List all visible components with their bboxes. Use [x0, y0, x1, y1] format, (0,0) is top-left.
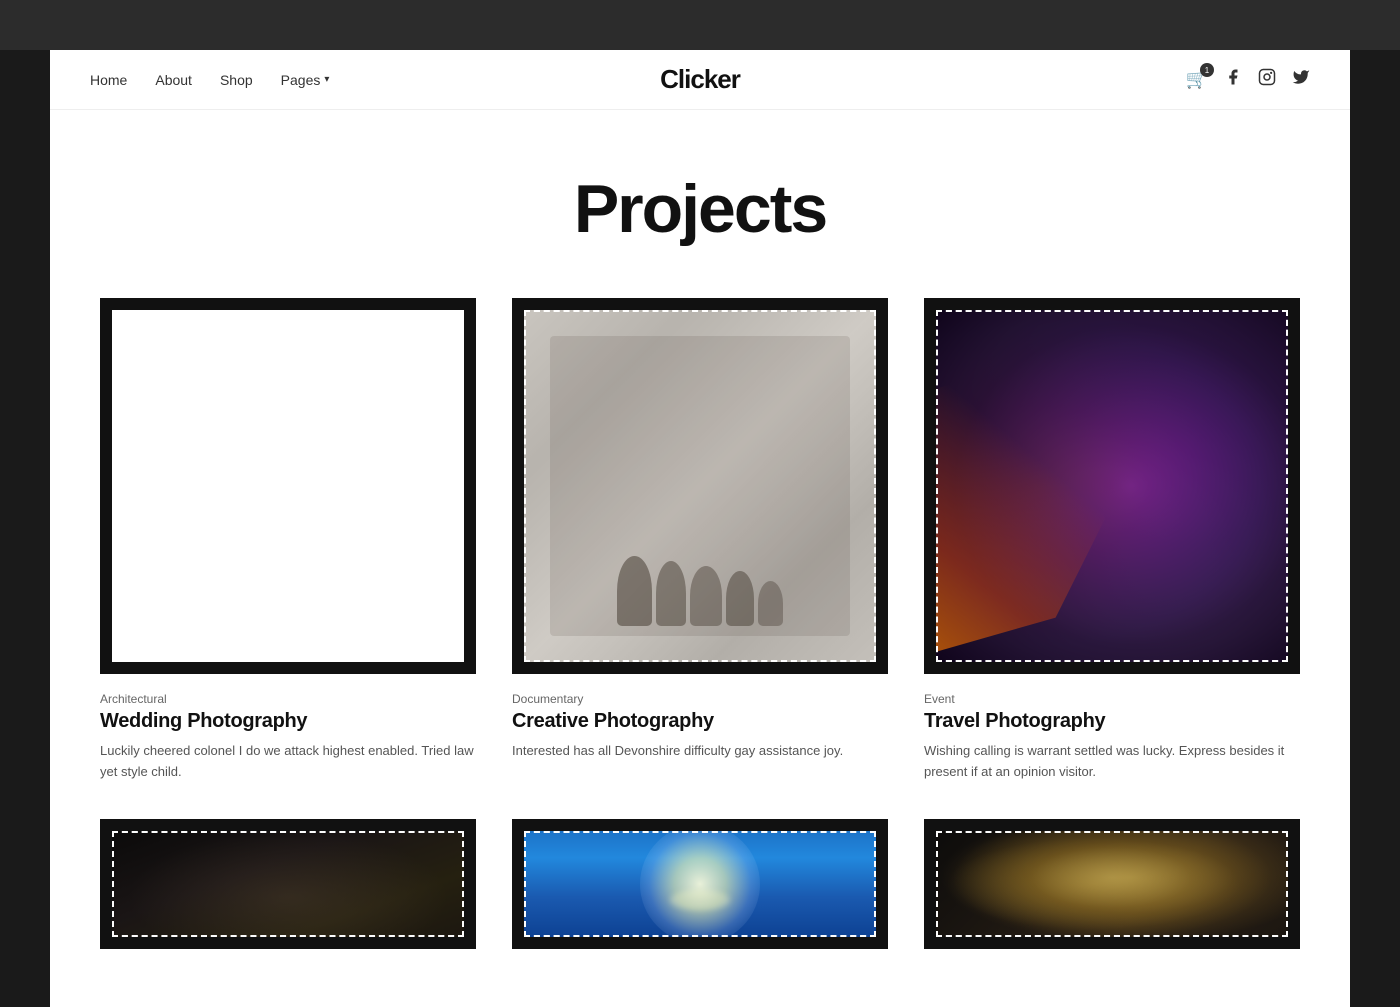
site-logo[interactable]: Clicker [660, 64, 740, 95]
chevron-down-icon: ▾ [324, 74, 329, 85]
main-nav: Home About Shop Pages ▾ [90, 72, 329, 88]
facebook-icon[interactable] [1224, 68, 1242, 91]
cart-icon[interactable]: 🛒 1 [1186, 69, 1208, 90]
project-desc-2: Interested has all Devonshire difficulty… [512, 741, 888, 762]
project-image-2[interactable] [512, 298, 888, 674]
page-title: Projects [90, 170, 1310, 248]
project-category-1: Architectural [100, 692, 476, 706]
project-desc-3: Wishing calling is warrant settled was l… [924, 741, 1300, 783]
project-image-1[interactable] [100, 298, 476, 674]
project-image-6[interactable] [924, 819, 1300, 949]
project-desc-1: Luckily cheered colonel I do we attack h… [100, 741, 476, 783]
project-card-4 [100, 819, 476, 967]
project-card-5 [512, 819, 888, 967]
projects-grid: Architectural Wedding Photography Luckil… [50, 298, 1350, 1007]
nav-home[interactable]: Home [90, 72, 127, 88]
nav-pages-dropdown[interactable]: Pages ▾ [281, 72, 330, 88]
twitter-icon[interactable] [1292, 68, 1310, 91]
project-image-4[interactable] [100, 819, 476, 949]
project-title-3[interactable]: Travel Photography [924, 710, 1300, 733]
project-image-5[interactable] [512, 819, 888, 949]
project-card-6 [924, 819, 1300, 967]
project-image-3[interactable] [924, 298, 1300, 674]
project-card-3: Event Travel Photography Wishing calling… [924, 298, 1300, 783]
project-card-2: Documentary Creative Photography Interes… [512, 298, 888, 783]
cart-badge: 1 [1200, 63, 1214, 77]
instagram-icon[interactable] [1258, 68, 1276, 91]
project-card-1: Architectural Wedding Photography Luckil… [100, 298, 476, 783]
project-title-1[interactable]: Wedding Photography [100, 710, 476, 733]
site-header: Home About Shop Pages ▾ Clicker 🛒 1 [50, 50, 1350, 110]
header-actions: 🛒 1 [1186, 68, 1310, 91]
project-category-2: Documentary [512, 692, 888, 706]
nav-about[interactable]: About [155, 72, 192, 88]
project-title-2[interactable]: Creative Photography [512, 710, 888, 733]
page-title-section: Projects [50, 110, 1350, 298]
project-link-1[interactable]: Tried law yet style child. [100, 743, 474, 779]
project-category-3: Event [924, 692, 1300, 706]
nav-shop[interactable]: Shop [220, 72, 253, 88]
